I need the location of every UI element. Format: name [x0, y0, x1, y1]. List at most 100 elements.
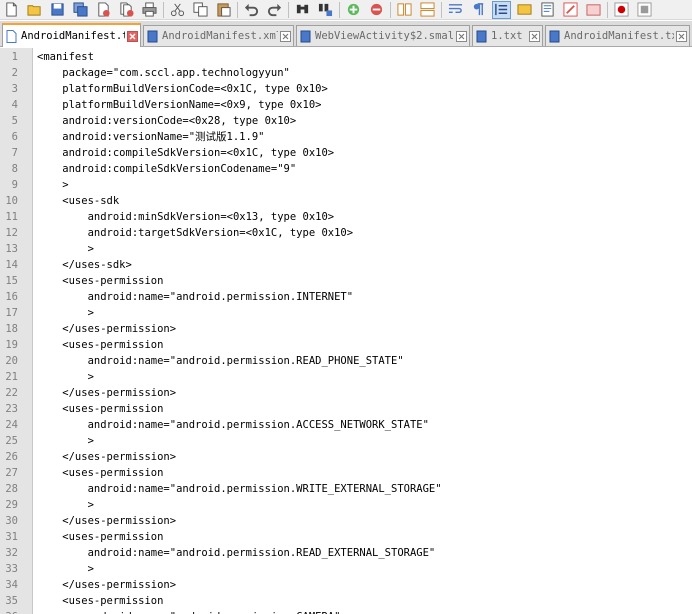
code-line[interactable]: 32 android:name="android.permission.READ… — [0, 545, 692, 561]
code-text[interactable]: android:minSdkVersion=<0x13, type 0x10> — [37, 209, 335, 225]
redo-button[interactable] — [265, 1, 284, 19]
code-line[interactable]: 26 </uses-permission> — [0, 449, 692, 465]
code-line[interactable]: 12 android:targetSdkVersion=<0x1C, type … — [0, 225, 692, 241]
code-text[interactable]: > — [37, 561, 94, 577]
code-text[interactable]: android:name="android.permission.READ_EX… — [37, 545, 436, 561]
code-text[interactable]: </uses-permission> — [37, 321, 176, 337]
code-text[interactable]: android:name="android.permission.WRITE_E… — [37, 481, 442, 497]
code-text[interactable]: android:name="android.permission.INTERNE… — [37, 289, 354, 305]
tab-close-button[interactable] — [127, 30, 138, 42]
code-text[interactable]: </uses-permission> — [37, 513, 176, 529]
code-line[interactable]: 9 > — [0, 177, 692, 193]
code-line[interactable]: 8 android:compileSdkVersionCodename="9" — [0, 161, 692, 177]
code-line[interactable]: 1 <manifest — [0, 49, 692, 65]
show-all-characters-button[interactable] — [469, 1, 488, 19]
code-line[interactable]: 29 > — [0, 497, 692, 513]
code-text[interactable]: > — [37, 177, 68, 193]
zoom-in-button[interactable] — [344, 1, 363, 19]
code-text[interactable]: android:compileSdkVersion=<0x1C, type 0x… — [37, 145, 334, 161]
code-text[interactable]: android:versionName="测试版1.1.9" — [37, 129, 264, 145]
code-text[interactable]: > — [37, 497, 94, 513]
code-text[interactable]: <uses-permission — [37, 593, 163, 609]
code-line[interactable]: 23 <uses-permission — [0, 401, 692, 417]
code-text[interactable]: </uses-sdk> — [37, 257, 132, 273]
code-text[interactable]: </uses-permission> — [37, 385, 176, 401]
code-line[interactable]: 3 platformBuildVersionCode=<0x1C, type 0… — [0, 81, 692, 97]
code-line[interactable]: 5 android:versionCode=<0x28, type 0x10> — [0, 113, 692, 129]
code-text[interactable]: > — [37, 433, 94, 449]
cut-button[interactable] — [168, 1, 187, 19]
code-text[interactable]: platformBuildVersionName=<0x9, type 0x10… — [37, 97, 321, 113]
code-line[interactable]: 21 > — [0, 369, 692, 385]
code-line[interactable]: 4 platformBuildVersionName=<0x9, type 0x… — [0, 97, 692, 113]
tab-androidmanifest-txt-2[interactable]: AndroidManifest.txt — [545, 25, 690, 46]
tab-androidmanifest-txt[interactable]: AndroidManifest.txt — [2, 23, 141, 47]
code-text[interactable]: <uses-sdk — [37, 193, 119, 209]
code-line[interactable]: 16 android:name="android.permission.INTE… — [0, 289, 692, 305]
document-map-button[interactable] — [538, 1, 557, 19]
code-line[interactable]: 34 </uses-permission> — [0, 577, 692, 593]
code-line[interactable]: 17 > — [0, 305, 692, 321]
indent-guide-button[interactable] — [492, 0, 511, 19]
user-defined-language-button[interactable] — [515, 1, 534, 19]
save-button[interactable] — [48, 1, 67, 19]
code-line[interactable]: 11 android:minSdkVersion=<0x13, type 0x1… — [0, 209, 692, 225]
code-line[interactable]: 24 android:name="android.permission.ACCE… — [0, 417, 692, 433]
close-button[interactable] — [94, 1, 113, 19]
tab-androidmanifest-xml[interactable]: AndroidManifest.xml — [143, 25, 294, 46]
tab-webviewactivity-smali[interactable]: WebViewActivity$2.smali — [296, 25, 470, 46]
word-wrap-button[interactable] — [446, 1, 465, 19]
code-line[interactable]: 15 <uses-permission — [0, 273, 692, 289]
code-text[interactable]: > — [37, 241, 94, 257]
tab-close-button[interactable] — [456, 30, 467, 42]
code-text[interactable]: android:name="android.permission.CAMERA" — [37, 609, 341, 614]
code-line[interactable]: 31 <uses-permission — [0, 529, 692, 545]
code-text[interactable]: android:compileSdkVersionCodename="9" — [37, 161, 296, 177]
code-text[interactable]: android:name="android.permission.READ_PH… — [37, 353, 404, 369]
code-text[interactable]: <uses-permission — [37, 273, 163, 289]
code-text[interactable]: <uses-permission — [37, 529, 163, 545]
code-line[interactable]: 25 > — [0, 433, 692, 449]
code-line[interactable]: 19 <uses-permission — [0, 337, 692, 353]
code-text[interactable]: <uses-permission — [37, 401, 163, 417]
replace-button[interactable] — [316, 1, 335, 19]
code-text[interactable]: <uses-permission — [37, 465, 163, 481]
code-line[interactable]: 33 > — [0, 561, 692, 577]
code-line[interactable]: 36 android:name="android.permission.CAME… — [0, 609, 692, 614]
close-all-button[interactable] — [117, 1, 136, 19]
code-line[interactable]: 30 </uses-permission> — [0, 513, 692, 529]
text-editor[interactable]: 1 <manifest 2 package="com.sccl.app.techno… — [0, 48, 692, 614]
code-line[interactable]: 18 </uses-permission> — [0, 321, 692, 337]
tab-close-button[interactable] — [529, 30, 540, 42]
code-line[interactable]: 7 android:compileSdkVersion=<0x1C, type … — [0, 145, 692, 161]
copy-button[interactable] — [191, 1, 210, 19]
code-text[interactable]: android:targetSdkVersion=<0x1C, type 0x1… — [37, 225, 354, 241]
undo-button[interactable] — [242, 1, 261, 19]
code-text[interactable]: <manifest — [37, 49, 94, 65]
find-button[interactable] — [293, 1, 312, 19]
code-text[interactable]: platformBuildVersionCode=<0x1C, type 0x1… — [37, 81, 328, 97]
code-text[interactable]: <uses-permission — [37, 337, 163, 353]
code-text[interactable]: </uses-permission> — [37, 577, 176, 593]
code-line[interactable]: 28 android:name="android.permission.WRIT… — [0, 481, 692, 497]
folder-workspace-button[interactable] — [584, 1, 603, 19]
code-line[interactable]: 6 android:versionName="测试版1.1.9" — [0, 129, 692, 145]
stop-recording-button[interactable] — [635, 1, 654, 19]
code-line[interactable]: 2 package="com.sccl.app.technologyyun" — [0, 65, 692, 81]
tab-close-button[interactable] — [280, 30, 291, 42]
zoom-out-button[interactable] — [367, 1, 386, 19]
code-text[interactable]: package="com.sccl.app.technologyyun" — [37, 65, 290, 81]
new-file-button[interactable] — [2, 1, 21, 19]
paste-button[interactable] — [214, 1, 233, 19]
code-line[interactable]: 27 <uses-permission — [0, 465, 692, 481]
code-line[interactable]: 10 <uses-sdk — [0, 193, 692, 209]
tab-1-txt[interactable]: 1.txt — [472, 25, 543, 46]
code-line[interactable]: 35 <uses-permission — [0, 593, 692, 609]
code-line[interactable]: 14 </uses-sdk> — [0, 257, 692, 273]
code-text[interactable]: android:name="android.permission.ACCESS_… — [37, 417, 429, 433]
tab-close-button[interactable] — [676, 30, 687, 42]
save-all-button[interactable] — [71, 1, 90, 19]
code-text[interactable]: android:versionCode=<0x28, type 0x10> — [37, 113, 296, 129]
code-text[interactable]: > — [37, 305, 94, 321]
code-text[interactable]: > — [37, 369, 94, 385]
